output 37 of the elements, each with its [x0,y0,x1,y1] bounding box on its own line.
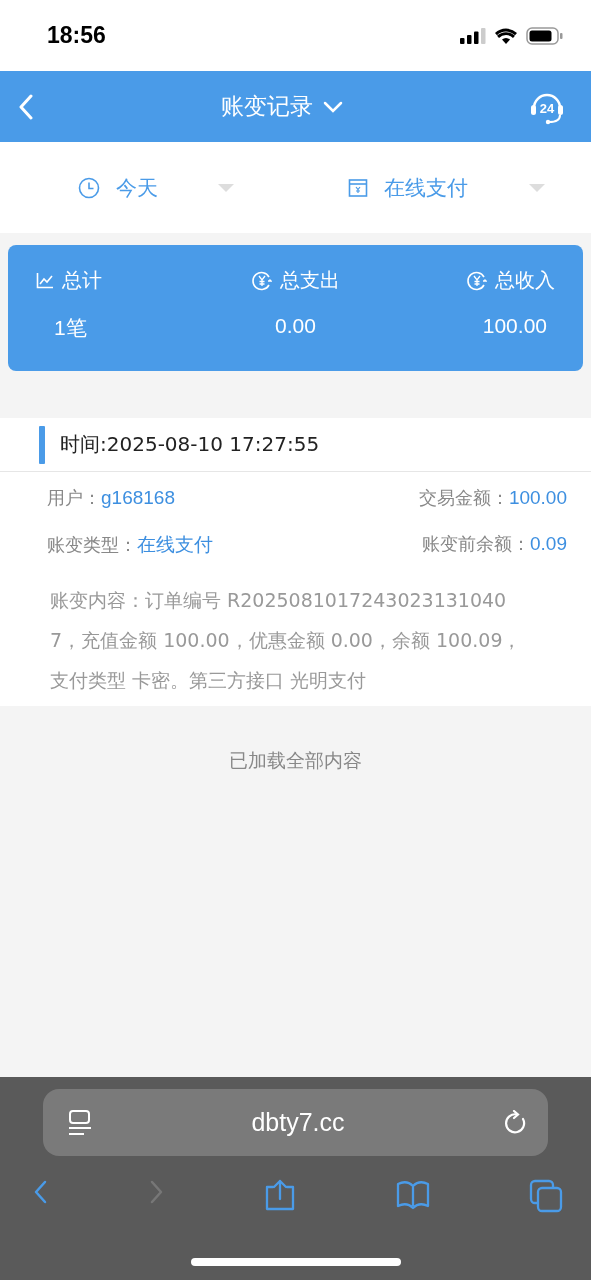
caret-icon [529,183,545,192]
record-field: 用户：g168168 [47,487,175,508]
summary-label: 总收入 [495,267,555,294]
clock-icon [78,176,100,199]
record-content: 账变内容：订单编号 R20250810172430231310407，充值金额 100.00，优惠金额 0.00，余额 100.09，支付类型 卡密。第三方接口 光明支付 [50,588,523,693]
wifi-icon [494,27,518,44]
accent-bar [39,425,45,464]
reload-icon[interactable] [504,1109,528,1136]
chevron-down-icon [322,100,343,113]
clock-time: 18:56 [47,22,106,49]
tabs-button[interactable] [529,1179,563,1213]
title-dropdown[interactable]: 账变记录 [220,91,343,122]
summary-value: 1笔 [54,315,87,341]
support-button[interactable]: 24 [529,88,565,125]
battery-icon [526,26,563,45]
filter-dropdown[interactable]: 在线支付 [347,173,545,202]
yuan-coin-icon [251,270,272,291]
chart-icon [36,272,54,289]
back-button[interactable] [18,93,34,120]
record-field: 账变类型：在线支付 [47,534,213,555]
summary-label: 总计 [62,267,102,294]
share-button[interactable] [263,1179,297,1213]
end-of-list-text: 已加载全部内容 [229,748,362,773]
record-field: 交易金额：100.00 [418,487,567,508]
summary-value: 100.00 [482,314,547,338]
wallet-icon [347,177,368,198]
url-text: dbty7.cc [251,1108,345,1137]
record-time: 时间:2025-08-10 17:27:55 [60,431,320,458]
record-field: 账变前余额：0.09 [422,533,567,554]
caret-icon [217,183,234,192]
signal-icon [460,27,486,44]
summary-value: 0.00 [275,314,316,338]
page-menu-icon[interactable] [68,1109,92,1136]
yuan-coin-icon [467,270,487,291]
summary-label: 总支出 [279,267,340,294]
address-bar[interactable]: dbty7.cc [43,1089,548,1156]
filter-dropdown[interactable]: 今天 [78,173,234,202]
